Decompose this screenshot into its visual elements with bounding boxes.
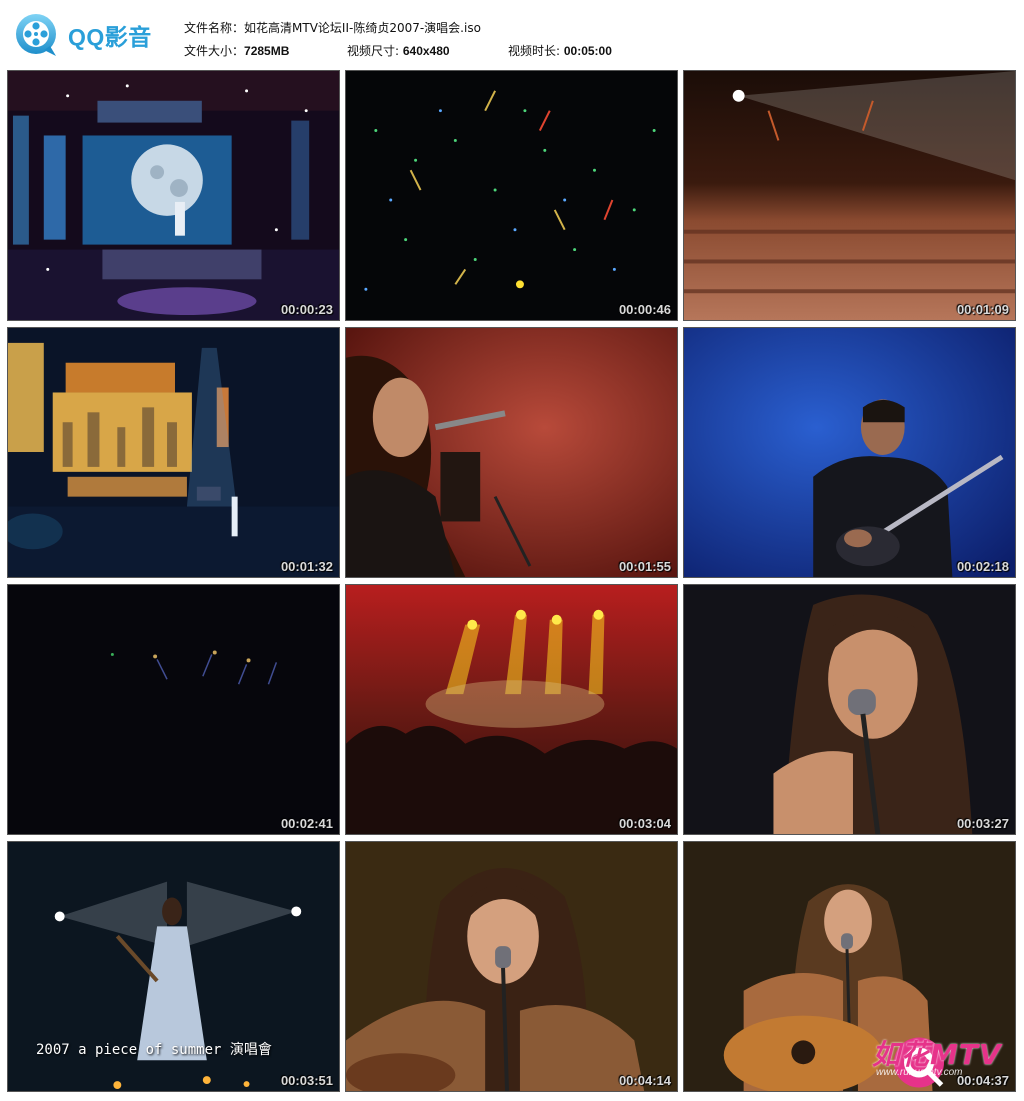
video-caption: 2007 a piece of summer 演唱會 [36,1042,272,1058]
thumbnail[interactable]: 00:00:23 [7,70,340,321]
video-dimensions-label: 视频尺寸: [347,44,403,58]
glowstick-crowd-image [346,71,677,320]
timestamp: 00:02:18 [956,559,1009,574]
stage-moon-image [8,71,339,320]
video-dimensions: 视频尺寸: 640x480 [347,40,508,63]
file-name-label: 文件名称： [184,21,245,35]
thumbnail[interactable]: 00:03:04 [345,584,678,835]
thumbnail[interactable]: 00:03:27 [683,584,1016,835]
timestamp: 00:04:14 [618,1073,671,1088]
film-reel-icon [16,14,56,56]
app-name: QQ影音 [68,24,152,50]
timestamp: 00:04:37 [956,1073,1009,1088]
thumbnail-grid: 00:00:23 00:00:46 00:01:09 00:01:32 00:0… [7,70,1017,1093]
file-size-label: 文件大小： [184,44,245,58]
thumbnail[interactable]: 2007 a piece of summer 演唱會 00:03:51 [7,841,340,1092]
thumbnail[interactable]: 00:01:55 [345,327,678,578]
acoustic-singer-image [346,842,677,1091]
timestamp: 00:02:41 [280,816,333,831]
watermark-url: www.ruhuamtv.com [876,1067,963,1078]
file-size: 文件大小：7285MB [184,40,347,63]
timestamp: 00:01:09 [956,302,1009,317]
thumbnail[interactable]: 如花MTV www.ruhuamtv.com 00:04:37 [683,841,1016,1092]
header: QQ影音 文件名称： 如花高清MTV论坛II-陈绮贞2007-演唱会.iso 文… [0,0,1024,66]
file-meta-row: 文件大小：7285MB 视频尺寸: 640x480 视频时长: 00:05:00 [184,40,612,63]
red-stage-singer-image [346,328,677,577]
file-name-row: 文件名称： 如花高清MTV论坛II-陈绮贞2007-演唱会.iso [184,17,612,40]
file-size-value: 7285MB [244,44,290,58]
timestamp: 00:03:27 [956,816,1009,831]
timestamp: 00:00:23 [280,302,333,317]
timestamp: 00:01:32 [280,559,333,574]
video-duration: 视频时长: 00:05:00 [508,40,612,63]
video-duration-label: 视频时长: [508,44,564,58]
thumbnail[interactable]: 00:04:14 [345,841,678,1092]
video-duration-value: 00:05:00 [563,44,612,58]
timestamp: 00:01:55 [618,559,671,574]
qq-player-logo: QQ影音 [14,12,164,58]
thumbnail[interactable]: 00:00:46 [345,70,678,321]
timestamp: 00:00:46 [618,302,671,317]
file-info: 文件名称： 如花高清MTV论坛II-陈绮贞2007-演唱会.iso 文件大小：7… [184,17,612,63]
file-name-value: 如花高清MTV论坛II-陈绮贞2007-演唱会.iso [244,21,481,35]
timestamp: 00:03:51 [280,1073,333,1088]
arena-crowd-image [684,71,1015,320]
timestamp: 00:03:04 [618,816,671,831]
thumbnail[interactable]: 00:01:32 [7,327,340,578]
thumbnail[interactable]: 00:01:09 [683,70,1016,321]
blue-guitarist-image [684,328,1015,577]
video-dimensions-value: 640x480 [402,44,450,58]
thumbnail[interactable]: 00:02:41 [7,584,340,835]
spotlight-stage-image [346,585,677,834]
city-backdrop-stage-image [8,328,339,577]
dark-stage-image [8,585,339,834]
thumbnail[interactable]: 00:02:18 [683,327,1016,578]
singer-closeup-image [684,585,1015,834]
